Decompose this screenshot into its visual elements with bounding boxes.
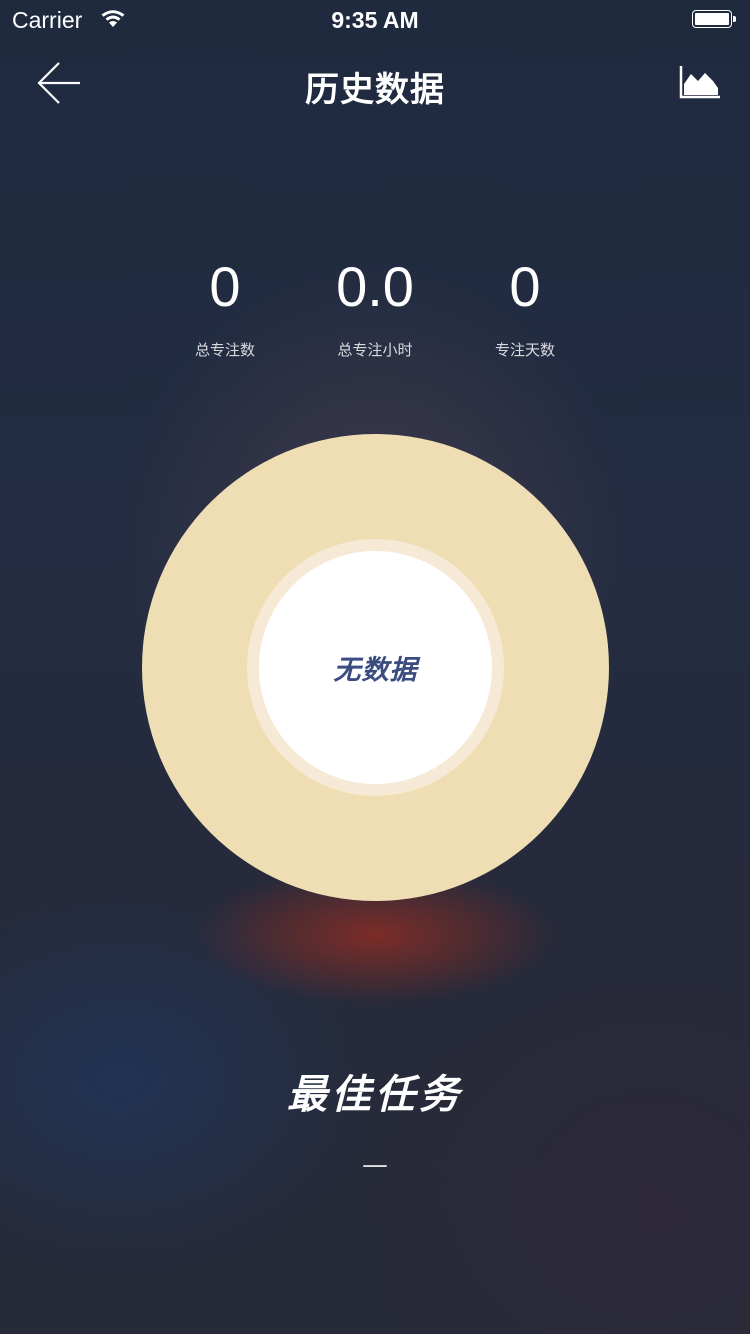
no-data-label: 无数据 <box>333 655 418 686</box>
ring-center: 无数据 <box>259 551 492 784</box>
stat-focus-days: 0 专注天数 <box>425 255 625 360</box>
stats-summary: 0 总专注数 0.0 总专注小时 0 专注天数 <box>0 255 750 375</box>
nav-bar: 历史数据 <box>0 40 750 130</box>
best-task-value: — <box>362 1150 388 1180</box>
clock: 9:35 AM <box>331 7 419 33</box>
page-title: 历史数据 <box>305 70 445 110</box>
chart-button[interactable] <box>678 64 722 100</box>
area-chart-icon <box>679 66 720 99</box>
status-bar: Carrier 9:35 AM <box>0 0 750 40</box>
best-task-title: 最佳任务 <box>287 1071 463 1118</box>
stat-value: 0 <box>509 255 541 318</box>
stat-label: 专注天数 <box>494 341 555 359</box>
battery-icon <box>692 10 738 30</box>
